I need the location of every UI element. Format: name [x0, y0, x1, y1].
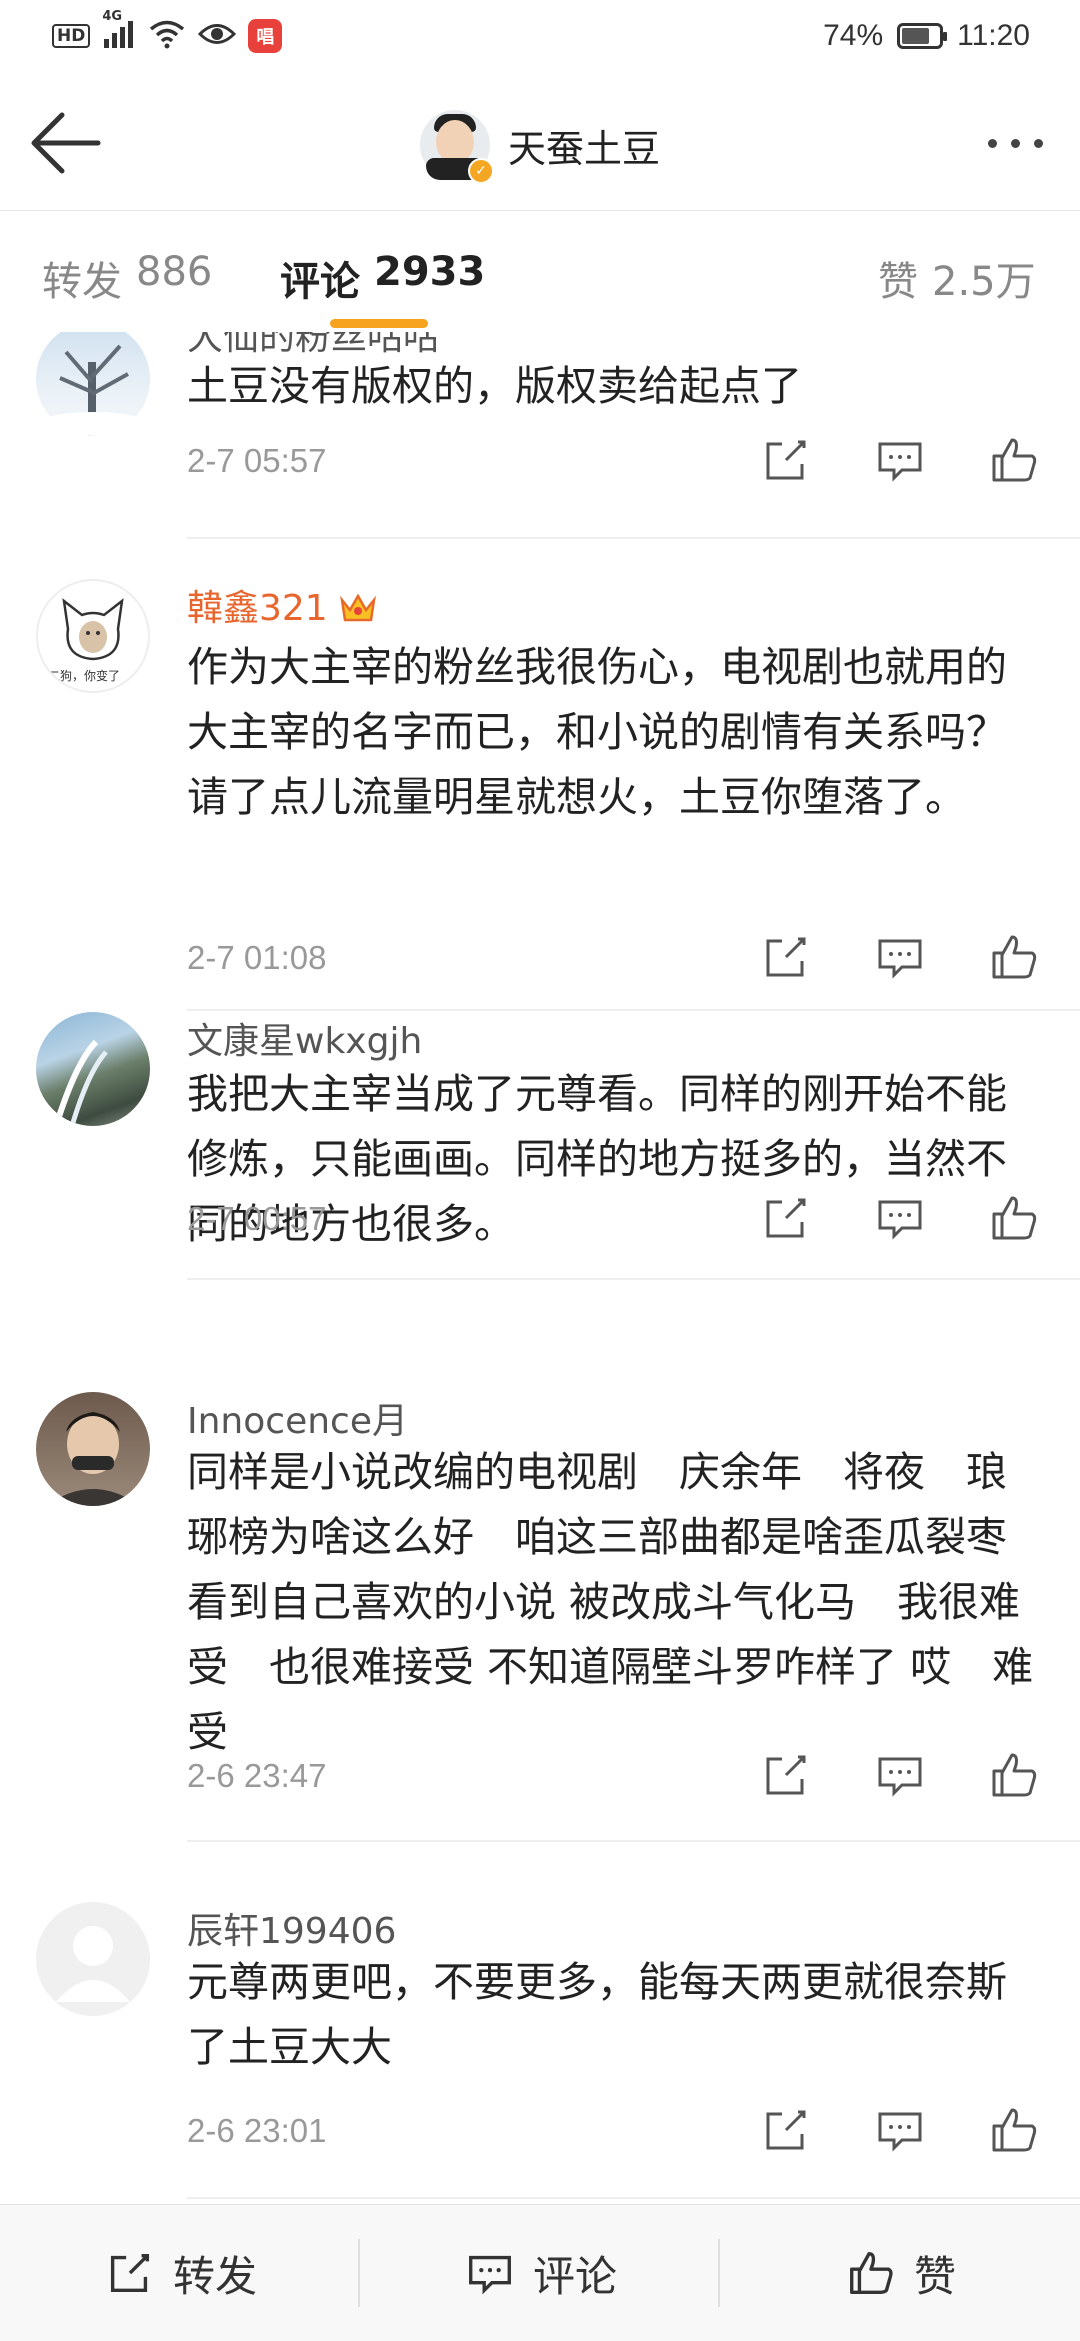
more-dot-icon	[987, 138, 997, 148]
tab-count: 2.5万	[932, 259, 1036, 305]
active-tab-indicator	[330, 319, 428, 328]
comment-icon[interactable]	[872, 432, 928, 488]
like-icon[interactable]	[986, 1190, 1042, 1246]
vip-crown-icon	[339, 593, 376, 622]
avatar[interactable]	[36, 1902, 150, 2016]
like-icon[interactable]	[986, 432, 1042, 488]
repost-label: 转发	[172, 2251, 257, 2301]
back-arrow-icon	[31, 112, 101, 174]
comment-icon	[469, 2255, 511, 2295]
comment-item[interactable]: 文康星wkxgjh 我把大主宰当成了元尊看。同样的刚开始不能修炼，只能画画。同样…	[0, 1012, 1080, 1392]
avatar[interactable]	[36, 1392, 150, 1506]
divider	[187, 1278, 1080, 1280]
comment-time: 2-7 01:08	[187, 939, 327, 976]
divider	[187, 2197, 1080, 2199]
comment-icon[interactable]	[872, 2102, 928, 2158]
like-label: 赞	[913, 2251, 956, 2301]
comment-icon[interactable]	[872, 1747, 928, 1803]
like-icon	[850, 2252, 893, 2294]
comment-item[interactable]: 二狗，你变了 韓鑫321 作为大主宰的粉丝我很伤心，电视剧也就用的大主宰的名字而…	[0, 539, 1080, 1011]
divider	[187, 1840, 1080, 1842]
comment-time: 2-6 23:47	[187, 1757, 327, 1794]
more-options-button[interactable]	[970, 123, 1060, 163]
avatar-caption: 二狗，你变了	[48, 669, 121, 683]
tab-comments[interactable]: 评论 2933	[280, 249, 485, 307]
comment-actions	[758, 432, 1058, 492]
comment-item[interactable]: Innocence月 同样是小说改编的电视剧 庆余年 将夜 琅琊榜为啥这么好 咱…	[0, 1392, 1080, 1842]
battery-icon	[897, 23, 948, 49]
comment-text: 同样是小说改编的电视剧 庆余年 将夜 琅琊榜为啥这么好 咱这三部曲都是啥歪瓜裂枣…	[187, 1448, 1048, 1756]
comment-actions	[758, 1747, 1058, 1807]
divider	[187, 1009, 1080, 1011]
share-icon[interactable]	[758, 1747, 814, 1803]
avatar[interactable]	[36, 332, 150, 436]
nav-bar: ✓ 天蚕土豆	[0, 75, 1080, 210]
comment-icon[interactable]	[872, 929, 928, 985]
like-icon[interactable]	[986, 2102, 1042, 2158]
profile-header[interactable]: ✓ 天蚕土豆	[420, 105, 660, 185]
avatar[interactable]: 二狗，你变了	[36, 579, 150, 693]
tab-bar: 转发 886 评论 2933 赞 2.5万	[0, 210, 1080, 333]
comment-button[interactable]: 评论	[360, 2205, 720, 2341]
comment-time: 2-6 23:01	[187, 2112, 327, 2149]
tab-label: 评论	[280, 259, 360, 305]
share-icon[interactable]	[758, 2102, 814, 2158]
comment-time: 2-7 05:57	[187, 442, 327, 479]
comment-actions	[758, 929, 1058, 989]
tab-label: 赞	[878, 259, 918, 305]
comment-text: 元尊两更吧，不要更多，能每天两更就很奈斯了土豆大大	[187, 1958, 1007, 2071]
comment-list: 大仙的粉丝咕咕 土豆没有版权的，版权卖给起点了 2-7 05:57 二狗，你变了…	[0, 332, 1080, 2204]
back-button[interactable]	[26, 103, 106, 183]
cellular-signal-icon: 4G	[102, 9, 136, 54]
tab-reposts[interactable]: 转发 886	[42, 249, 212, 307]
verified-badge-icon: ✓	[468, 158, 494, 184]
comment-author[interactable]: 辰轩199406	[187, 1902, 396, 1954]
comment-author-name: 韓鑫321	[187, 588, 328, 629]
repost-button[interactable]: 转发	[0, 2205, 360, 2341]
hd-indicator: HD	[52, 24, 91, 48]
eye-icon	[198, 21, 237, 51]
share-icon[interactable]	[758, 1190, 814, 1246]
comment-text: 土豆没有版权的，版权卖给起点了	[187, 362, 802, 410]
comment-label: 评论	[532, 2251, 617, 2301]
comment-text: 作为大主宰的粉丝我很伤心，电视剧也就用的大主宰的名字而已，和小说的剧情有关系吗？…	[187, 643, 1007, 821]
like-icon[interactable]	[986, 1747, 1042, 1803]
like-button[interactable]: 赞	[720, 2205, 1080, 2341]
tab-count: 2933	[374, 249, 486, 295]
more-dot-icon	[1010, 138, 1020, 148]
avatar[interactable]: ✓	[420, 110, 494, 184]
tab-label: 转发	[42, 259, 122, 305]
comment-actions	[758, 2102, 1058, 2162]
more-dot-icon	[1033, 138, 1043, 148]
comment-author[interactable]: 文康星wkxgjh	[187, 1012, 422, 1064]
comment-item[interactable]: 辰轩199406 元尊两更吧，不要更多，能每天两更就很奈斯了土豆大大 2-6 2…	[0, 1902, 1080, 2202]
share-icon[interactable]	[758, 432, 814, 488]
like-icon[interactable]	[986, 929, 1042, 985]
share-icon	[110, 2253, 150, 2293]
comment-author[interactable]: Innocence月	[187, 1392, 408, 1444]
tab-likes[interactable]: 赞 2.5万	[878, 249, 1036, 307]
page-title: 天蚕土豆	[508, 126, 661, 171]
network-type: 4G	[102, 8, 123, 24]
wifi-icon	[148, 19, 186, 53]
comment-icon[interactable]	[872, 1190, 928, 1246]
comment-time: 2-7 00:57	[187, 1200, 327, 1237]
comment-actions	[758, 1190, 1058, 1250]
comment-item[interactable]: 大仙的粉丝咕咕 土豆没有版权的，版权卖给起点了 2-7 05:57	[0, 332, 1080, 539]
avatar[interactable]	[36, 1012, 150, 1126]
app-notification-icon: 唱	[248, 19, 283, 53]
status-bar: HD 4G 唱 74% 11:20	[0, 0, 1080, 75]
bottom-action-bar: 转发 评论 赞	[0, 2204, 1080, 2341]
share-icon[interactable]	[758, 929, 814, 985]
comment-author[interactable]: 韓鑫321	[187, 579, 378, 631]
battery-percent: 74%	[823, 19, 884, 52]
clock: 11:20	[957, 19, 1030, 52]
tab-count: 886	[136, 249, 213, 295]
